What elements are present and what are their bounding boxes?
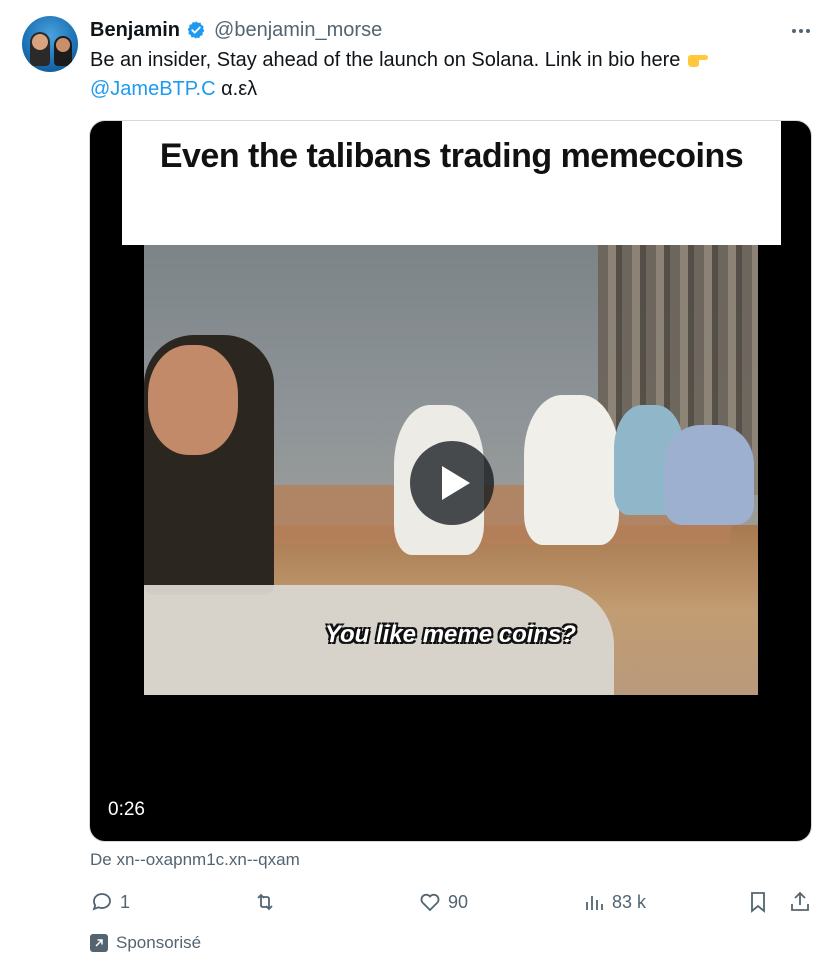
retweet-button[interactable] xyxy=(253,886,283,918)
view-count: 83 k xyxy=(612,891,647,912)
mention-link[interactable]: @JameBTP.C xyxy=(90,78,216,100)
video-duration: 0:26 xyxy=(108,799,145,820)
like-count: 90 xyxy=(448,891,469,912)
video-subtitle: You like meme coins? xyxy=(324,621,577,648)
tweet-suffix: α.ελ xyxy=(215,78,258,100)
play-icon xyxy=(441,466,470,500)
arrow-up-right-icon xyxy=(95,939,103,947)
author-name[interactable]: Benjamin xyxy=(90,19,180,42)
tweet-body: Be an insider, Stay ahead of the launch … xyxy=(90,49,681,71)
avatar-face-right xyxy=(56,38,70,52)
avatar-face-left xyxy=(32,34,48,50)
source-link[interactable]: De xn--oxapnm1c.xn--qxam xyxy=(90,850,300,870)
selfie-face xyxy=(148,345,238,455)
bookmark-icon xyxy=(751,892,765,913)
like-button[interactable]: 90 xyxy=(418,886,468,918)
video-player[interactable]: Even the talibans trading memecoins You … xyxy=(89,120,812,842)
video-title: Even the talibans trading memecoins xyxy=(159,137,744,175)
retweet-icon xyxy=(257,893,273,911)
reply-button[interactable]: 1 xyxy=(90,886,130,918)
views-button[interactable]: 83 k xyxy=(582,886,646,918)
play-button[interactable] xyxy=(410,441,494,525)
reply-count: 1 xyxy=(120,891,131,912)
tweet-header: Benjamin @benjamin_morse xyxy=(90,16,382,44)
share-button[interactable] xyxy=(788,886,812,918)
share-icon xyxy=(791,891,809,911)
seated-person xyxy=(664,425,754,525)
avatar[interactable] xyxy=(22,16,78,72)
sponsored-text: Sponsorisé xyxy=(116,933,202,952)
more-options-icon[interactable] xyxy=(788,18,814,44)
sponsored-arrow-icon xyxy=(90,934,108,952)
action-bar: 1 90 83 k xyxy=(88,886,816,918)
heart-icon xyxy=(420,893,440,912)
tweet-text: Be an insider, Stay ahead of the launch … xyxy=(90,46,790,104)
verified-badge-icon[interactable] xyxy=(186,20,206,40)
pointing-right-hand-emoji xyxy=(687,55,708,67)
sponsored-label[interactable]: Sponsorisé xyxy=(90,933,201,953)
bookmark-button[interactable] xyxy=(746,886,770,918)
reply-icon xyxy=(92,893,111,911)
seated-person xyxy=(524,395,619,545)
views-icon xyxy=(586,896,603,910)
author-handle[interactable]: @benjamin_morse xyxy=(214,19,382,42)
video-title-banner: Even the talibans trading memecoins xyxy=(122,121,781,245)
